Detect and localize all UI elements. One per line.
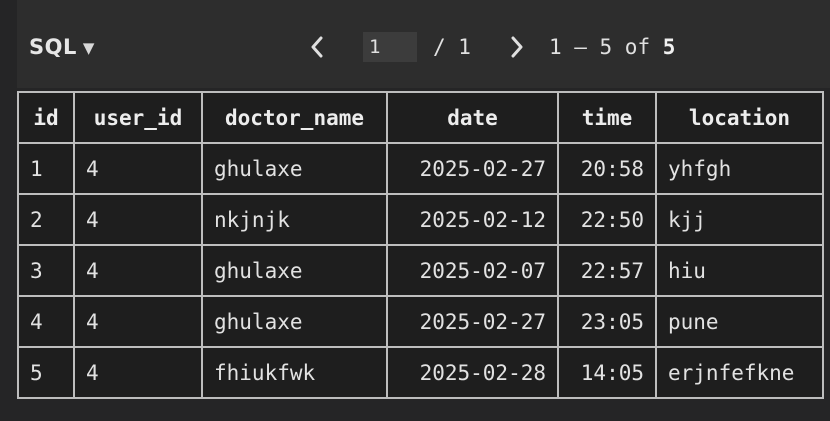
table-cell[interactable]: 14:05 [557,346,657,399]
table-cell[interactable]: 4 [73,193,203,246]
table-cell[interactable]: 4 [73,295,203,348]
table-cell[interactable]: ghulaxe [201,142,388,195]
table-row: 3 4 ghulaxe 2025-02-07 22:57 hiu [17,244,824,297]
table-cell[interactable]: 5 [17,346,75,399]
table-cell[interactable]: pune [655,295,824,348]
row-range: 1 – 5 of 5 [549,35,675,59]
table-cell[interactable]: 4 [73,346,203,399]
sql-label: SQL [29,35,77,59]
table-cell[interactable]: 22:57 [557,244,657,297]
sql-dropdown-button[interactable]: SQL ▼ [29,32,95,62]
table-cell[interactable]: 2025-02-27 [386,142,559,195]
table-cell[interactable]: 2025-02-07 [386,244,559,297]
results-table: id user_id doctor_name date time locatio… [17,91,824,399]
table-cell[interactable]: nkjnjk [201,193,388,246]
page-number-input[interactable] [363,32,417,62]
table-cell[interactable]: 4 [73,142,203,195]
column-header[interactable]: location [655,91,824,144]
table-cell[interactable]: yhfgh [655,142,824,195]
results-toolbar: SQL ▼ / 1 1 – 5 of 5 [17,0,830,88]
column-header[interactable]: user_id [73,91,203,144]
table-cell[interactable]: 2 [17,193,75,246]
pagination: / 1 1 – 5 of 5 [305,30,675,64]
row-range-text: 1 – 5 of [548,35,663,59]
column-header[interactable]: id [17,91,75,144]
table-cell[interactable]: 1 [17,142,75,195]
caret-down-icon: ▼ [82,39,95,57]
row-range-total: 5 [662,35,676,59]
query-results-panel: SQL ▼ / 1 1 – 5 of 5 id user_id [0,0,830,421]
table-cell[interactable]: 4 [73,244,203,297]
column-header[interactable]: date [386,91,559,144]
table-cell[interactable]: hiu [655,244,824,297]
table-cell[interactable]: 20:58 [557,142,657,195]
table-cell[interactable]: ghulaxe [201,295,388,348]
table-cell[interactable]: 2025-02-12 [386,193,559,246]
table-cell[interactable]: 3 [17,244,75,297]
table-cell[interactable]: 23:05 [557,295,657,348]
table-cell[interactable]: 22:50 [557,193,657,246]
page-total: / 1 [433,35,471,59]
table-cell[interactable]: ghulaxe [201,244,388,297]
table-cell[interactable]: erjnfefkne [655,346,824,399]
table-row: 2 4 nkjnjk 2025-02-12 22:50 kjj [17,193,824,246]
table-cell[interactable]: 2025-02-27 [386,295,559,348]
chevron-right-icon[interactable] [505,32,529,62]
column-header[interactable]: doctor_name [201,91,388,144]
table-row: 5 4 fhiukfwk 2025-02-28 14:05 erjnfefkne [17,346,824,399]
table-cell[interactable]: 2025-02-28 [386,346,559,399]
column-header[interactable]: time [557,91,657,144]
chevron-left-icon[interactable] [305,32,329,62]
table-cell[interactable]: 4 [17,295,75,348]
table-row: 1 4 ghulaxe 2025-02-27 20:58 yhfgh [17,142,824,195]
table-row: 4 4 ghulaxe 2025-02-27 23:05 pune [17,295,824,348]
table-header-row: id user_id doctor_name date time locatio… [17,91,824,144]
table-cell[interactable]: kjj [655,193,824,246]
table-cell[interactable]: fhiukfwk [201,346,388,399]
